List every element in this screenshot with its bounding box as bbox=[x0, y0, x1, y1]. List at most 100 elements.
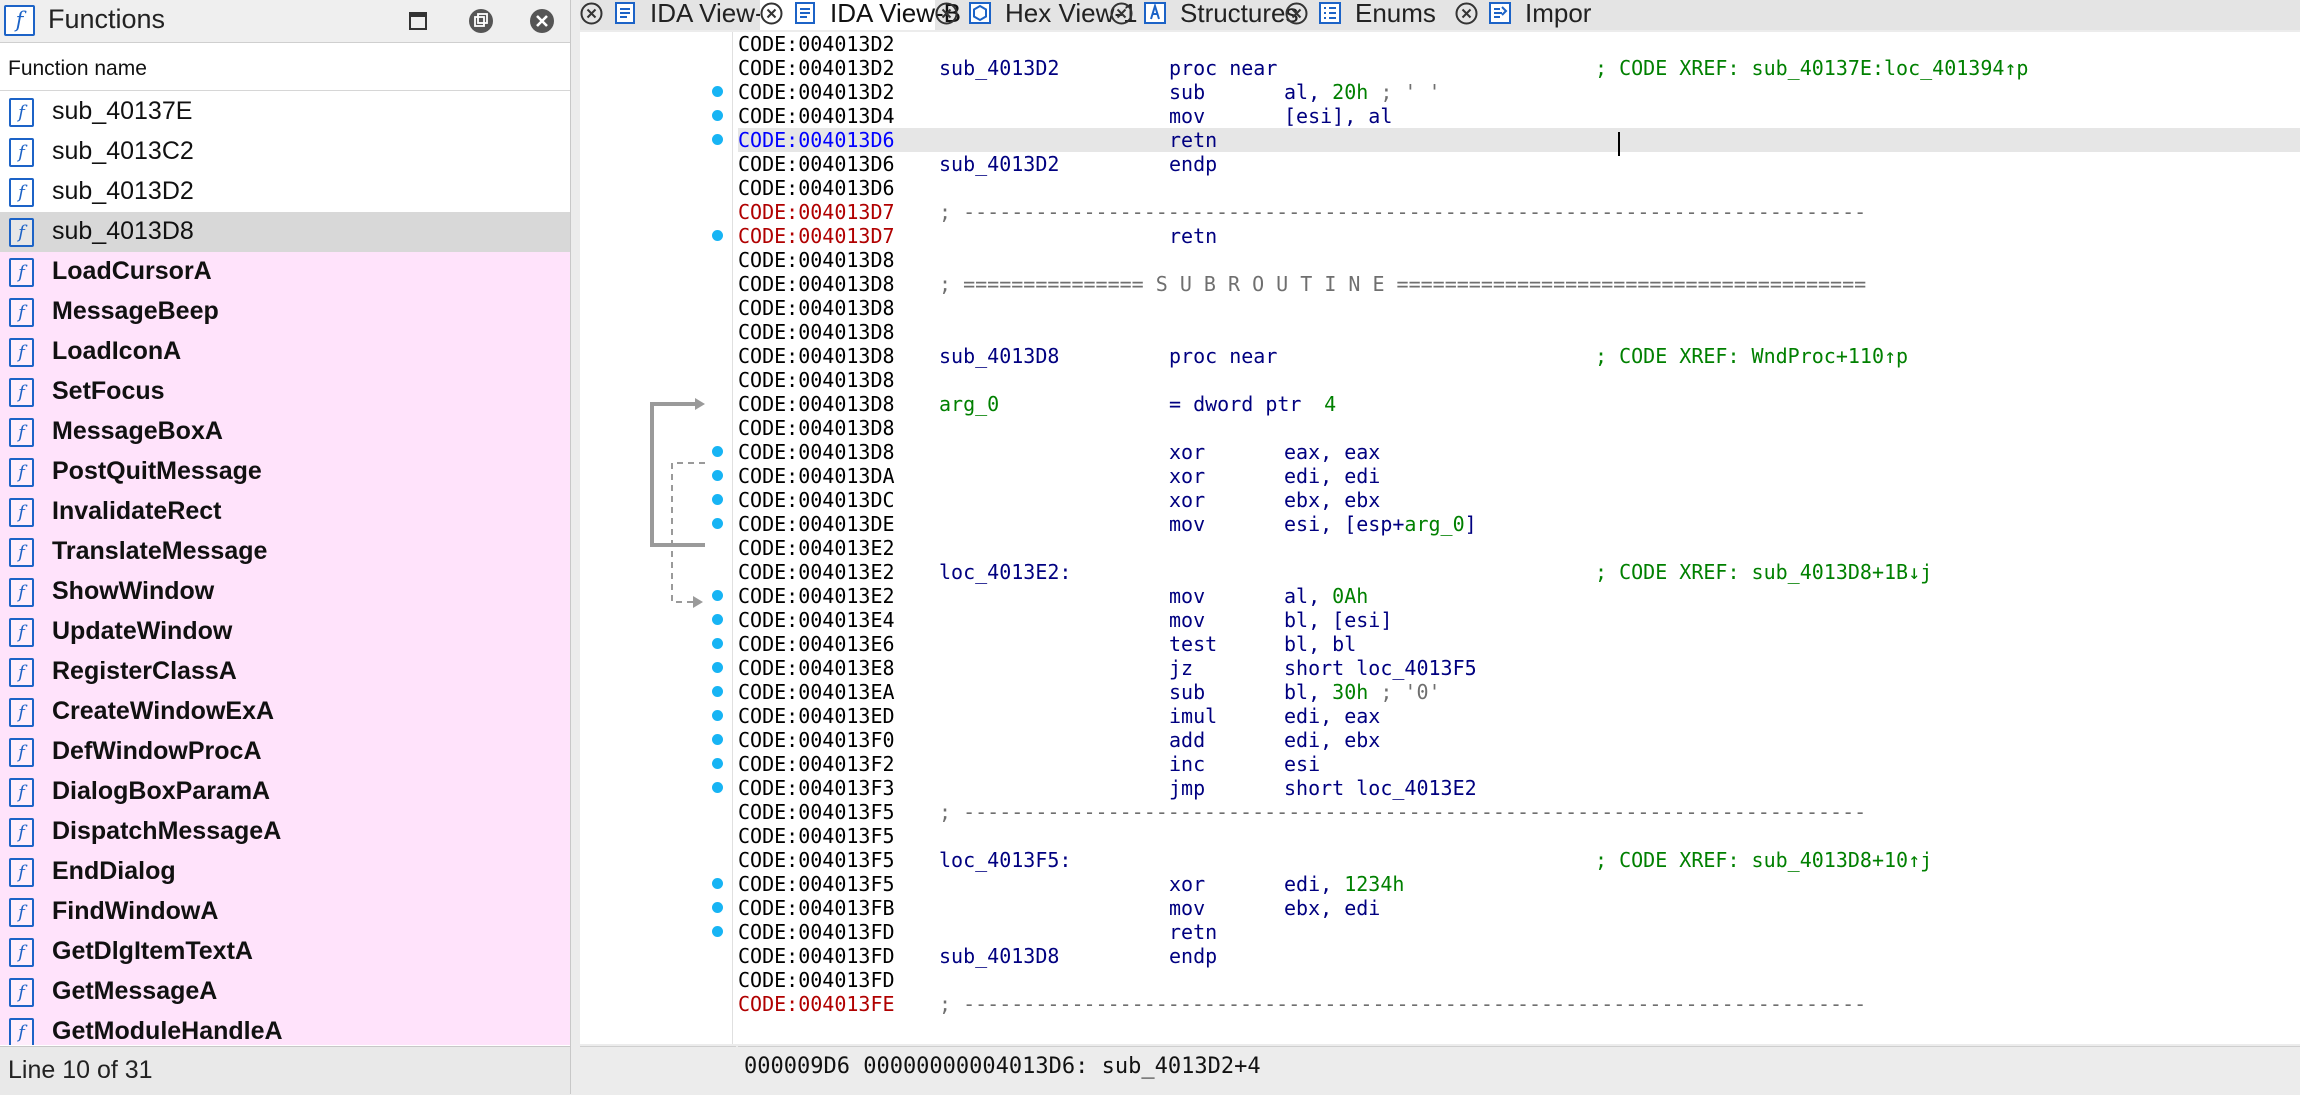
disasm-line[interactable]: CODE:004013E2 loc_4013E2: ; CODE XREF: sub… bbox=[738, 560, 2300, 584]
disasm-line[interactable]: CODE:004013D4 mov [esi], al bbox=[712, 104, 2300, 128]
breakpoint-dot[interactable] bbox=[712, 878, 723, 889]
disasm-line[interactable]: CODE:004013ED imul edi, eax bbox=[712, 704, 2300, 728]
function-list-item[interactable]: f MessageBoxA bbox=[0, 412, 570, 452]
disasm-line[interactable]: CODE:004013D8 bbox=[738, 296, 2300, 320]
breakpoint-dot[interactable] bbox=[712, 638, 723, 649]
function-list-item[interactable]: f DialogBoxParamA bbox=[0, 772, 570, 812]
disasm-line[interactable]: CODE:004013D8 bbox=[738, 320, 2300, 344]
disasm-line[interactable]: CODE:004013F5 bbox=[738, 824, 2300, 848]
function-list-item[interactable]: f InvalidateRect bbox=[0, 492, 570, 532]
disasm-line[interactable]: CODE:004013D8 bbox=[738, 416, 2300, 440]
breakpoint-dot[interactable] bbox=[712, 614, 723, 625]
breakpoint-dot[interactable] bbox=[712, 590, 723, 601]
tab-structures[interactable]: Structures bbox=[1110, 0, 1299, 30]
maximize-icon[interactable] bbox=[405, 8, 431, 34]
function-list-item[interactable]: f MessageBeep bbox=[0, 292, 570, 332]
disasm-line[interactable]: CODE:004013D7 retn bbox=[712, 224, 2300, 248]
disasm-line[interactable]: CODE:004013F0 add edi, ebx bbox=[712, 728, 2300, 752]
breakpoint-dot[interactable] bbox=[712, 734, 723, 745]
tab-close-icon[interactable] bbox=[1455, 2, 1478, 25]
breakpoint-dot[interactable] bbox=[712, 902, 723, 913]
function-list-item[interactable]: f CreateWindowExA bbox=[0, 692, 570, 732]
function-list-item[interactable]: f LoadCursorA bbox=[0, 252, 570, 292]
breakpoint-dot[interactable] bbox=[712, 446, 723, 457]
disasm-line[interactable]: CODE:004013F5 ; -------------------------… bbox=[738, 800, 2300, 824]
disasm-line[interactable]: CODE:004013FD sub_4013D8 endp bbox=[738, 944, 2300, 968]
code-label[interactable]: loc_4013E2: bbox=[939, 560, 1071, 584]
tab-hex-view-1[interactable]: Hex View-1 bbox=[935, 0, 1137, 30]
xref-comment[interactable]: ; CODE XREF: sub_4013D8+1B↓j bbox=[1595, 560, 1932, 584]
disasm-line[interactable]: CODE:004013E6 test bl, bl bbox=[712, 632, 2300, 656]
function-list-item[interactable]: f PostQuitMessage bbox=[0, 452, 570, 492]
function-list-item[interactable]: f SetFocus bbox=[0, 372, 570, 412]
disasm-line[interactable]: CODE:004013E8 jz short loc_4013F5 bbox=[712, 656, 2300, 680]
xref-comment[interactable]: ; CODE XREF: WndProc+110↑p bbox=[1595, 344, 1908, 368]
xref-comment[interactable]: ; CODE XREF: sub_4013D8+10↑j bbox=[1595, 848, 1932, 872]
tab-close-icon[interactable] bbox=[1110, 2, 1133, 25]
function-list-item[interactable]: f DispatchMessageA bbox=[0, 812, 570, 852]
disasm-line[interactable]: CODE:004013D2 bbox=[738, 32, 2300, 56]
breakpoint-dot[interactable] bbox=[712, 470, 723, 481]
code-label[interactable]: sub_4013D8 bbox=[939, 344, 1059, 368]
breakpoint-dot[interactable] bbox=[712, 494, 723, 505]
breakpoint-dot[interactable] bbox=[712, 86, 723, 97]
function-list-item[interactable]: f GetDlgItemTextA bbox=[0, 932, 570, 972]
breakpoint-dot[interactable] bbox=[712, 782, 723, 793]
function-list-item[interactable]: f GetMessageA bbox=[0, 972, 570, 1012]
disasm-line[interactable]: CODE:004013DE mov esi, [esp+arg_0] bbox=[712, 512, 2300, 536]
function-list-item[interactable]: f LoadIconA bbox=[0, 332, 570, 372]
breakpoint-dot[interactable] bbox=[712, 230, 723, 241]
tab-impor[interactable]: Impor bbox=[1455, 0, 1605, 30]
disasm-line[interactable]: CODE:004013D8 bbox=[738, 368, 2300, 392]
disassembly-view[interactable]: CODE:004013D2 CODE:004013D2 sub_4013D2 proc… bbox=[580, 32, 2300, 1044]
disasm-line[interactable]: CODE:004013D8 xor eax, eax bbox=[712, 440, 2300, 464]
tab-close-icon[interactable] bbox=[1285, 2, 1308, 25]
disasm-line[interactable]: CODE:004013E2 bbox=[738, 536, 2300, 560]
code-label[interactable]: loc_4013F5: bbox=[939, 848, 1071, 872]
function-list-item[interactable]: f sub_4013D8 bbox=[0, 212, 570, 252]
disasm-line[interactable]: CODE:004013DA xor edi, edi bbox=[712, 464, 2300, 488]
breakpoint-dot[interactable] bbox=[712, 662, 723, 673]
function-list-item[interactable]: f sub_4013C2 bbox=[0, 132, 570, 172]
code-label[interactable]: sub_4013D8 bbox=[939, 944, 1059, 968]
tab-enums[interactable]: Enums bbox=[1285, 0, 1455, 30]
function-list-item[interactable]: f RegisterClassA bbox=[0, 652, 570, 692]
disasm-line[interactable]: CODE:004013E4 mov bl, [esi] bbox=[712, 608, 2300, 632]
function-list-item[interactable]: f DefWindowProcA bbox=[0, 732, 570, 772]
function-list-item[interactable]: f ShowWindow bbox=[0, 572, 570, 612]
disasm-line[interactable]: CODE:004013F5 xor edi, 1234h bbox=[712, 872, 2300, 896]
function-list[interactable]: f sub_40137E f sub_4013C2 f sub_4013D2 f sub_40… bbox=[0, 92, 570, 1045]
disasm-line[interactable]: CODE:004013D6 retn bbox=[712, 128, 2300, 152]
close-icon[interactable] bbox=[529, 8, 555, 34]
breakpoint-dot[interactable] bbox=[712, 134, 723, 145]
disasm-line[interactable]: CODE:004013D8 sub_4013D8 proc near ; CODE X… bbox=[738, 344, 2300, 368]
disasm-line[interactable]: CODE:004013D8 arg_0 = dword ptr 4 bbox=[738, 392, 2300, 416]
tab-close-icon[interactable] bbox=[760, 2, 783, 25]
code-label[interactable]: sub_4013D2 bbox=[939, 152, 1059, 176]
function-list-item[interactable]: f sub_40137E bbox=[0, 92, 570, 132]
breakpoint-dot[interactable] bbox=[712, 110, 723, 121]
stack-variable-label[interactable]: arg_0 bbox=[939, 392, 999, 416]
xref-comment[interactable]: ; CODE XREF: sub_40137E:loc_401394↑p bbox=[1595, 56, 2028, 80]
disasm-line[interactable]: CODE:004013D2 sub_4013D2 proc near ; CODE X… bbox=[738, 56, 2300, 80]
breakpoint-dot[interactable] bbox=[712, 518, 723, 529]
disasm-line[interactable]: CODE:004013EA sub bl, 30h ; '0' bbox=[712, 680, 2300, 704]
disasm-line[interactable]: CODE:004013FE ; -------------------------… bbox=[738, 992, 2300, 1016]
disasm-line[interactable]: CODE:004013FD bbox=[738, 968, 2300, 992]
function-list-item[interactable]: f EndDialog bbox=[0, 852, 570, 892]
function-list-item[interactable]: f FindWindowA bbox=[0, 892, 570, 932]
disasm-line[interactable]: CODE:004013E2 mov al, 0Ah bbox=[712, 584, 2300, 608]
disasm-line[interactable]: CODE:004013D6 bbox=[738, 176, 2300, 200]
breakpoint-dot[interactable] bbox=[712, 758, 723, 769]
code-listing[interactable]: CODE:004013D2 CODE:004013D2 sub_4013D2 proc… bbox=[712, 32, 2300, 1044]
function-list-item[interactable]: f GetModuleHandleA bbox=[0, 1012, 570, 1045]
function-list-item[interactable]: f TranslateMessage bbox=[0, 532, 570, 572]
breakpoint-dot[interactable] bbox=[712, 710, 723, 721]
tab-ida-view-a[interactable]: IDA View-A bbox=[580, 0, 781, 30]
tab-close-icon[interactable] bbox=[580, 2, 603, 25]
tab-close-icon[interactable] bbox=[935, 2, 958, 25]
restore-icon[interactable] bbox=[468, 8, 494, 34]
disasm-line[interactable]: CODE:004013FB mov ebx, edi bbox=[712, 896, 2300, 920]
disasm-line[interactable]: CODE:004013F3 jmp short loc_4013E2 bbox=[712, 776, 2300, 800]
breakpoint-dot[interactable] bbox=[712, 926, 723, 937]
